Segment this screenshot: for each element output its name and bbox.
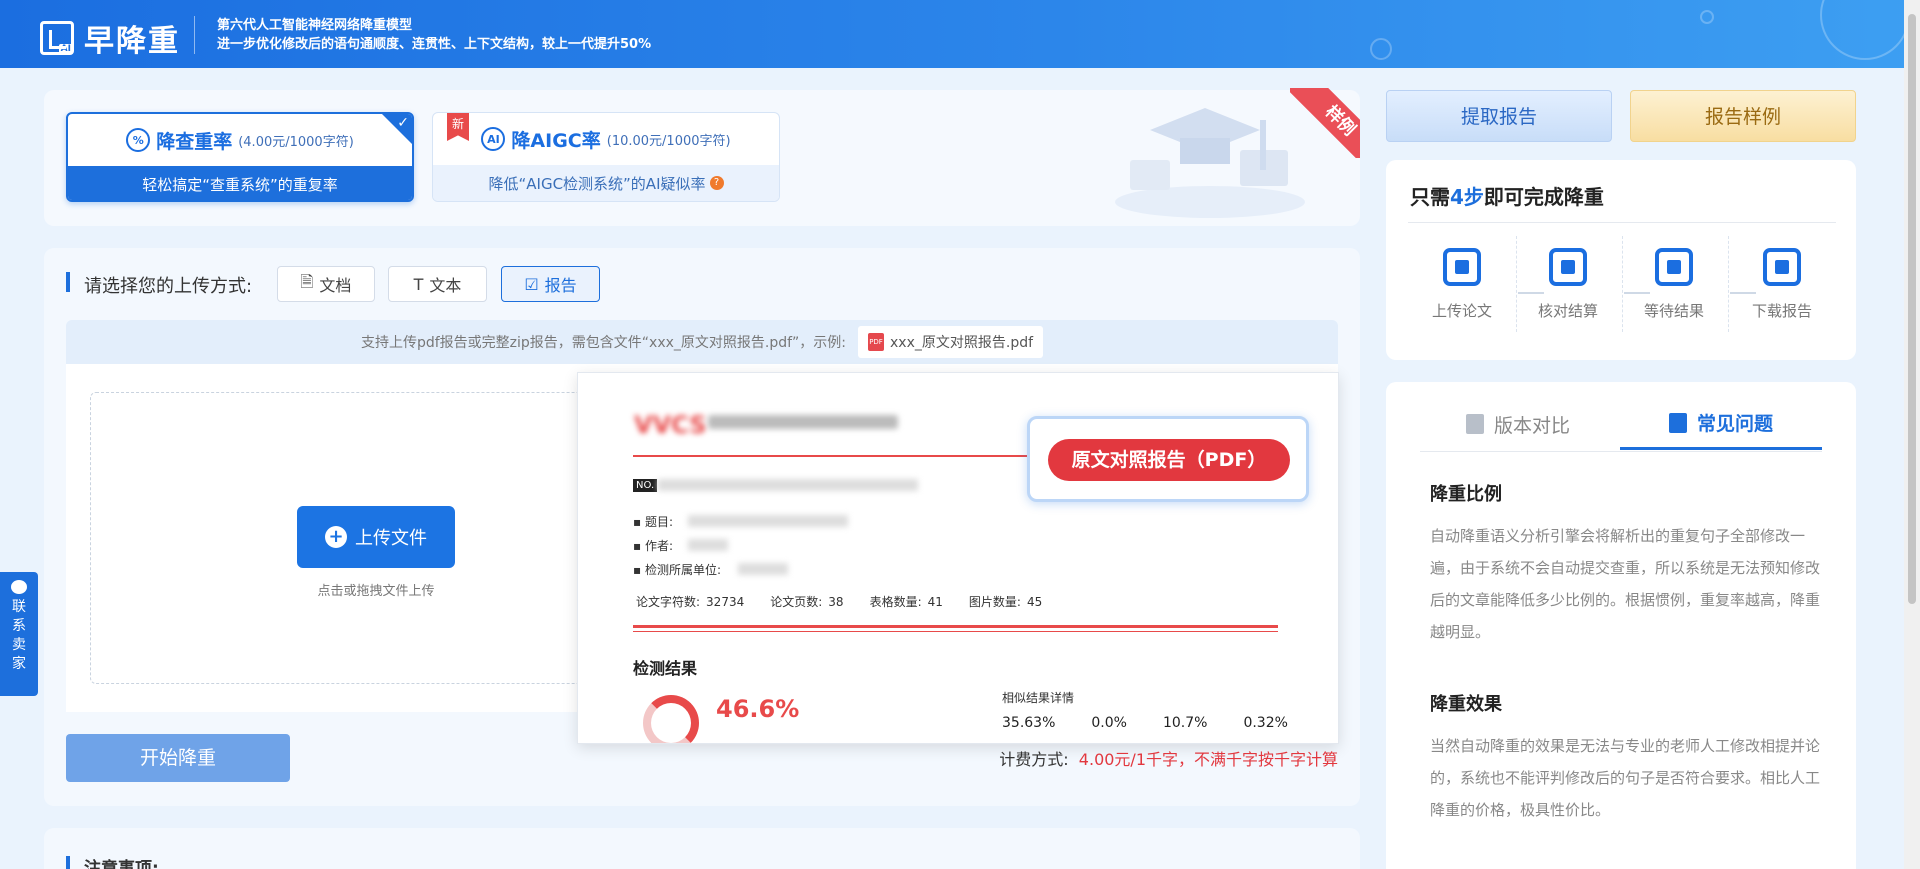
percent-icon: % [126, 128, 151, 152]
notice-title: 注意事项: [84, 859, 159, 869]
fee-info: 计费方式: 4.00元/1千字，不满千字按千字计算 [999, 750, 1338, 769]
section-marker [66, 272, 70, 292]
mode-tab-reduce-aigc[interactable]: 新 AI 降AIGC率 (10.00元/1000字符) 降低“AIGC检测系统”… [432, 112, 780, 202]
ai-icon: AI [481, 127, 506, 151]
report-row: ▪ 作者: [633, 539, 673, 553]
result-percent: 46.6% [716, 695, 800, 723]
report-logo: VVCS [634, 411, 707, 439]
check-icon: ✓ [397, 115, 409, 131]
sample-ribbon: 样例 [1290, 88, 1360, 158]
report-no-label: NO. [633, 479, 658, 492]
step-upload: 上传论文 [1422, 248, 1502, 321]
sample-file-link[interactable]: PDF xxx_原文对照报告.pdf [858, 326, 1044, 358]
report-double-line [633, 625, 1278, 628]
result-donut [643, 695, 699, 743]
document-icon: 🗎 [300, 271, 314, 291]
fee-price: 4.00元/1千字，不满千字按千字计算 [1078, 750, 1338, 769]
report-sample-button[interactable]: 报告样例 [1630, 90, 1856, 142]
step-check: 核对结算 [1528, 248, 1608, 321]
mode-desc: 轻松搞定“查重系统”的重复率 [68, 166, 412, 200]
faq-question: 降重比例 [1430, 484, 1502, 505]
popover-caret [865, 373, 885, 382]
mode-price: (4.00元/1000字符) [238, 134, 354, 150]
faq-question: 降重效果 [1430, 694, 1502, 715]
plus-icon: + [325, 526, 347, 548]
tab-faq[interactable]: 常见问题 [1620, 398, 1822, 450]
notice-card [44, 828, 1360, 869]
pdf-icon: PDF [868, 333, 885, 351]
book-icon [1668, 412, 1687, 433]
mode-price: (10.00元/1000字符) [606, 133, 731, 149]
scrollbar[interactable] [1904, 0, 1920, 869]
download-icon [1763, 248, 1801, 286]
slogan-line2: 进一步优化修改后的语句通顺度、连贯性、上下文结构，较上一代提升50% [217, 37, 652, 52]
contact-seller-button[interactable]: 联 系 卖 家 [0, 572, 38, 696]
upload-method-label: 请选择您的上传方式: [84, 276, 253, 297]
app-header: AI 早降重 第六代人工智能神经网络降重模型 进一步优化修改后的语句通顺度、连贯… [0, 0, 1920, 68]
pdf-report-callout: 原文对照报告（PDF） [1027, 416, 1309, 502]
upload-method-document[interactable]: 🗎 文档 [277, 266, 375, 302]
start-reduce-button[interactable]: 开始降重 [66, 734, 290, 782]
header-divider [194, 16, 195, 54]
drop-hint: 点击或拖拽文件上传 [317, 584, 435, 599]
mode-desc: 降低“AIGC检测系统”的AI疑似率? [433, 165, 779, 201]
report-result-title: 检测结果 [633, 659, 698, 678]
faq-answer: 当然自动降重的效果是无法与专业的老师人工修改相提并论的，系统也不能评判修改后的句… [1430, 737, 1821, 819]
mode-title: 降查重率 [156, 130, 233, 153]
wallet-icon [1549, 248, 1587, 286]
faq-answer: 自动降重语义分析引擎会将解析出的重复句子全部修改一遍，由于系统不会自动提交查重，… [1430, 527, 1821, 641]
report-row: ▪ 题目: [633, 515, 673, 529]
tab-version-compare[interactable]: 版本对比 [1466, 398, 1570, 450]
stat-images: 图片数量: 45 [968, 595, 1043, 609]
step-download: 下载报告 [1742, 248, 1822, 321]
section-marker [66, 856, 70, 869]
report-heading-blurred [708, 415, 898, 429]
stat-chars: 论文字符数: 32734 [636, 595, 745, 609]
graduation-illustration [1115, 108, 1305, 218]
report-no-blurred [658, 479, 918, 491]
upload-method-report[interactable]: ☑ 报告 [501, 266, 600, 302]
help-icon[interactable]: ? [709, 176, 724, 190]
logo-icon: AI [40, 21, 74, 55]
file-icon [1466, 414, 1484, 434]
stat-pages: 论文页数: 38 [770, 595, 844, 609]
upload-hint-bar: 支持上传pdf报告或完整zip报告，需包含文件“xxx_原文对照报告.pdf”，… [66, 320, 1338, 364]
stat-tables: 表格数量: 41 [869, 595, 943, 609]
slogan: 第六代人工智能神经网络降重模型 进一步优化修改后的语句通顺度、连贯性、上下文结构… [217, 16, 651, 54]
upload-file-button[interactable]: + 上传文件 [297, 506, 455, 568]
upload-method-text[interactable]: T 文本 [388, 266, 487, 302]
report-icon: ☑ [524, 274, 539, 294]
logo[interactable]: AI 早降重 [40, 16, 180, 60]
logo-text: 早降重 [84, 24, 180, 59]
step-wait: 等待结果 [1634, 248, 1714, 321]
clock-icon [1655, 248, 1693, 286]
upload-icon [1443, 248, 1481, 286]
report-row: ▪ 检测所属单位: [633, 563, 721, 577]
mode-tab-reduce-duplicate[interactable]: % 降查重率 (4.00元/1000字符) 轻松搞定“查重系统”的重复率 ✓ [66, 112, 414, 202]
scrollbar-thumb[interactable] [1908, 14, 1916, 604]
text-icon: T [413, 274, 424, 294]
slogan-line1: 第六代人工智能神经网络降重模型 [217, 18, 413, 33]
steps-divider [1408, 222, 1836, 223]
similar-title: 相似结果详情 [1002, 691, 1075, 705]
report-stats: 论文字符数: 32734 论文页数: 38 表格数量: 41 图片数量: 45 [636, 593, 1042, 610]
upload-hint: 支持上传pdf报告或完整zip报告，需包含文件“xxx_原文对照报告.pdf”，… [360, 335, 847, 351]
chat-icon [11, 580, 27, 594]
similar-values: 35.63% 0.0% 10.7% 0.32% [1002, 715, 1288, 731]
extract-report-button[interactable]: 提取报告 [1386, 90, 1612, 142]
mode-title: 降AIGC率 [511, 129, 601, 152]
steps-title: 只需4步即可完成降重 [1410, 185, 1604, 209]
